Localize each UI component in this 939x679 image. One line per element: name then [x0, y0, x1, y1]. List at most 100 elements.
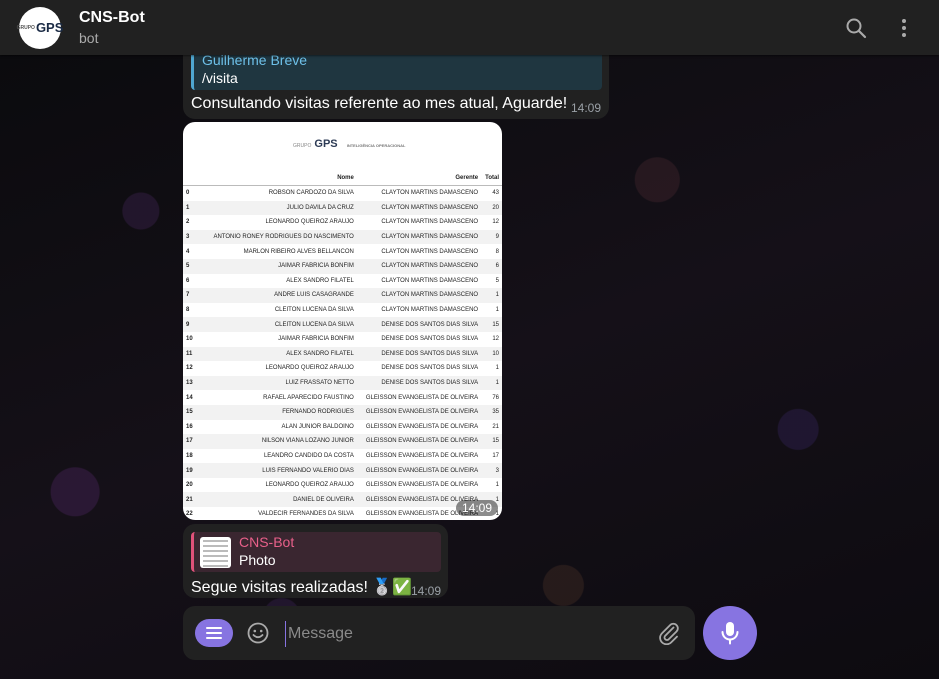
- table-cell: JAIMAR FABRICIA BONFIM: [203, 258, 357, 274]
- photo-logo-small: GRUPO: [293, 143, 312, 149]
- table-cell: DENISE DOS SANTOS DIAS SILVA: [356, 375, 482, 391]
- reply-text: Photo: [239, 552, 276, 568]
- table-row: 16 ALAN JUNIOR BALDOINO GLEISSON EVANGELIS…: [183, 420, 502, 435]
- table-cell: LUIZ FRASSATO NETTO: [203, 375, 357, 391]
- table-row: 20 LEONARDO QUEIROZ ARAUJO GLEISSON EVANGE…: [183, 478, 502, 493]
- reply-preview[interactable]: CNS-Bot Photo: [191, 532, 441, 572]
- message-time: 14:09: [411, 584, 442, 598]
- message-composer: [183, 606, 695, 660]
- table-cell: LEONARDO QUEIROZ ARAUJO: [265, 219, 354, 226]
- table-cell: 35: [481, 404, 502, 420]
- table-row: 0 ROBSON CARDOZO DA SILVA CLAYTON MARTINS …: [183, 186, 502, 201]
- table-row: 14 RAFAEL APARECIDO FAUSTINO GLEISSON EVAN…: [183, 390, 502, 405]
- table-cell: DENISE DOS SANTOS DIAS SILVA: [381, 365, 479, 372]
- table-row: 15 FERNANDO RODRIGUES GLEISSON EVANGELISTA…: [183, 404, 502, 420]
- table-cell: 1: [481, 288, 502, 303]
- table-cell: 18: [186, 452, 193, 459]
- table-cell: 43: [492, 190, 499, 197]
- voice-record-button[interactable]: [703, 606, 757, 660]
- message-input[interactable]: [285, 621, 650, 647]
- table-row: 11 ALEX SANDRO FILATEL DENISE DOS SANTOS D…: [183, 346, 502, 362]
- table-cell: FERNANDO RODRIGUES: [203, 404, 357, 420]
- table-cell: 10: [186, 336, 193, 343]
- table-row: 7 ANDRE LUIS CASAGRANDE CLAYTON MARTINS DA…: [183, 288, 502, 303]
- table-cell: 19: [183, 463, 203, 478]
- table-cell: 8: [186, 307, 190, 314]
- table-cell: 5: [495, 277, 499, 284]
- avatar[interactable]: GRUPO GPS: [16, 6, 63, 49]
- table-cell: CLAYTON MARTINS DAMASCENO: [381, 190, 479, 197]
- table-cell: 21: [183, 492, 203, 508]
- visits-table: Nome Gerente Total 0 ROBSON CARDOZO DA SI…: [183, 171, 502, 520]
- table-cell: LEANDRO CANDIDO DA COSTA: [263, 452, 354, 459]
- table-row: 3 ANTONIO RONEY RODRIGUES DO NASCIMENTO CL…: [183, 229, 502, 245]
- table-cell: 2: [186, 219, 190, 226]
- table-cell: 13: [183, 375, 203, 391]
- table-row: 19 LUIS FERNANDO VALERIO DIAS GLEISSON EVA…: [183, 463, 502, 478]
- emoji-icon[interactable]: [246, 621, 270, 645]
- table-cell: 8: [495, 248, 499, 255]
- table-cell: DENISE DOS SANTOS DIAS SILVA: [381, 336, 479, 343]
- reply-preview[interactable]: Guilherme Breve /visita: [191, 50, 602, 90]
- message-text: Segue visitas realizadas! 🥈✅: [191, 579, 413, 596]
- more-vertical-icon[interactable]: [892, 16, 916, 40]
- chat-title-block[interactable]: CNS-Bot bot: [79, 9, 145, 46]
- message-bubble[interactable]: CNS-Bot Photo Segue visitas realizadas! …: [183, 524, 448, 598]
- table-cell: ROBSON CARDOZO DA SILVA: [268, 190, 354, 197]
- photo-logo-right: INTELIGÊNCIA OPERACIONAL: [346, 143, 406, 148]
- photo-logo-text: GPS: [314, 138, 338, 150]
- message-text: Consultando visitas referente ao mes atu…: [191, 95, 568, 112]
- message-time: 14:09: [571, 101, 602, 115]
- photo-message[interactable]: GRUPO GPS INTELIGÊNCIA OPERACIONAL Nome …: [183, 122, 502, 520]
- table-row: 10 JAIMAR FABRICIA BONFIM DENISE DOS SANTO…: [183, 332, 502, 347]
- table-cell: 17: [492, 452, 499, 459]
- table-cell: CLEITON LUCENA DA SILVA: [203, 317, 357, 332]
- table-cell: 15: [481, 434, 502, 449]
- search-icon[interactable]: [844, 16, 868, 40]
- message-time: 14:09: [455, 500, 498, 516]
- chat-title: CNS-Bot: [79, 9, 145, 26]
- table-cell: 12: [186, 365, 193, 372]
- table-cell: LEONARDO QUEIROZ ARAUJO: [265, 365, 354, 372]
- table-cell: 1: [495, 365, 499, 372]
- table-cell: GLEISSON EVANGELISTA DE OLIVEIRA: [365, 423, 479, 430]
- table-cell: 9: [183, 317, 203, 332]
- table-cell: ALEX SANDRO FILATEL: [286, 277, 354, 284]
- table-cell: LEONARDO QUEIROZ ARAUJO: [265, 482, 354, 489]
- table-row: 12 LEONARDO QUEIROZ ARAUJO DENISE DOS SANT…: [183, 361, 502, 376]
- table-cell: 11: [183, 346, 203, 362]
- attach-icon[interactable]: [657, 621, 681, 645]
- table-cell: GLEISSON EVANGELISTA DE OLIVEIRA: [356, 434, 482, 449]
- table-cell: 5: [183, 258, 203, 274]
- table-row: 17 NILSON VIANA LOZANO JUNIOR GLEISSON EVA…: [183, 434, 502, 449]
- table-cell: 17: [183, 434, 203, 449]
- table-cell: CLAYTON MARTINS DAMASCENO: [356, 288, 482, 303]
- bot-menu-button[interactable]: [195, 619, 233, 647]
- table-cell: 3: [183, 229, 203, 245]
- table-cell: 15: [183, 404, 203, 420]
- table-cell: VALDECIR FERNANDES DA SILVA: [258, 511, 354, 518]
- table-cell: CLAYTON MARTINS DAMASCENO: [356, 258, 482, 274]
- chat-subtitle: bot: [79, 30, 99, 46]
- table-cell: GLEISSON EVANGELISTA DE OLIVEIRA: [356, 463, 482, 478]
- table-row: 9 CLEITON LUCENA DA SILVA DENISE DOS SANTO…: [183, 317, 502, 332]
- table-row: 5 JAIMAR FABRICIA BONFIM CLAYTON MARTINS D…: [183, 258, 502, 274]
- table-cell: 4: [186, 248, 190, 255]
- table-cell: 9: [481, 229, 502, 245]
- table-cell: 1: [481, 375, 502, 391]
- table-header: Total: [481, 171, 502, 186]
- table-cell: RAFAEL APARECIDO FAUSTINO: [263, 394, 354, 401]
- table-cell: CLAYTON MARTINS DAMASCENO: [381, 248, 479, 255]
- table-cell: DENISE DOS SANTOS DIAS SILVA: [356, 317, 482, 332]
- table-cell: 1: [495, 482, 499, 489]
- table-row: 21 DANIEL DE OLIVEIRA GLEISSON EVANGELISTA…: [183, 492, 502, 508]
- table-row: 18 LEANDRO CANDIDO DA COSTA GLEISSON EVANG…: [183, 449, 502, 464]
- table-cell: 14: [186, 394, 193, 401]
- table-cell: 10: [481, 346, 502, 362]
- table-cell: 15: [481, 317, 502, 332]
- table-cell: LUIS FERNANDO VALERIO DIAS: [203, 463, 357, 478]
- table-cell: 6: [186, 277, 190, 284]
- chat-header: GRUPO GPS CNS-Bot bot: [0, 0, 939, 55]
- avatar-small-text: GRUPO: [16, 24, 35, 31]
- table-row: 8 CLEITON LUCENA DA SILVA CLAYTON MARTINS …: [183, 303, 502, 318]
